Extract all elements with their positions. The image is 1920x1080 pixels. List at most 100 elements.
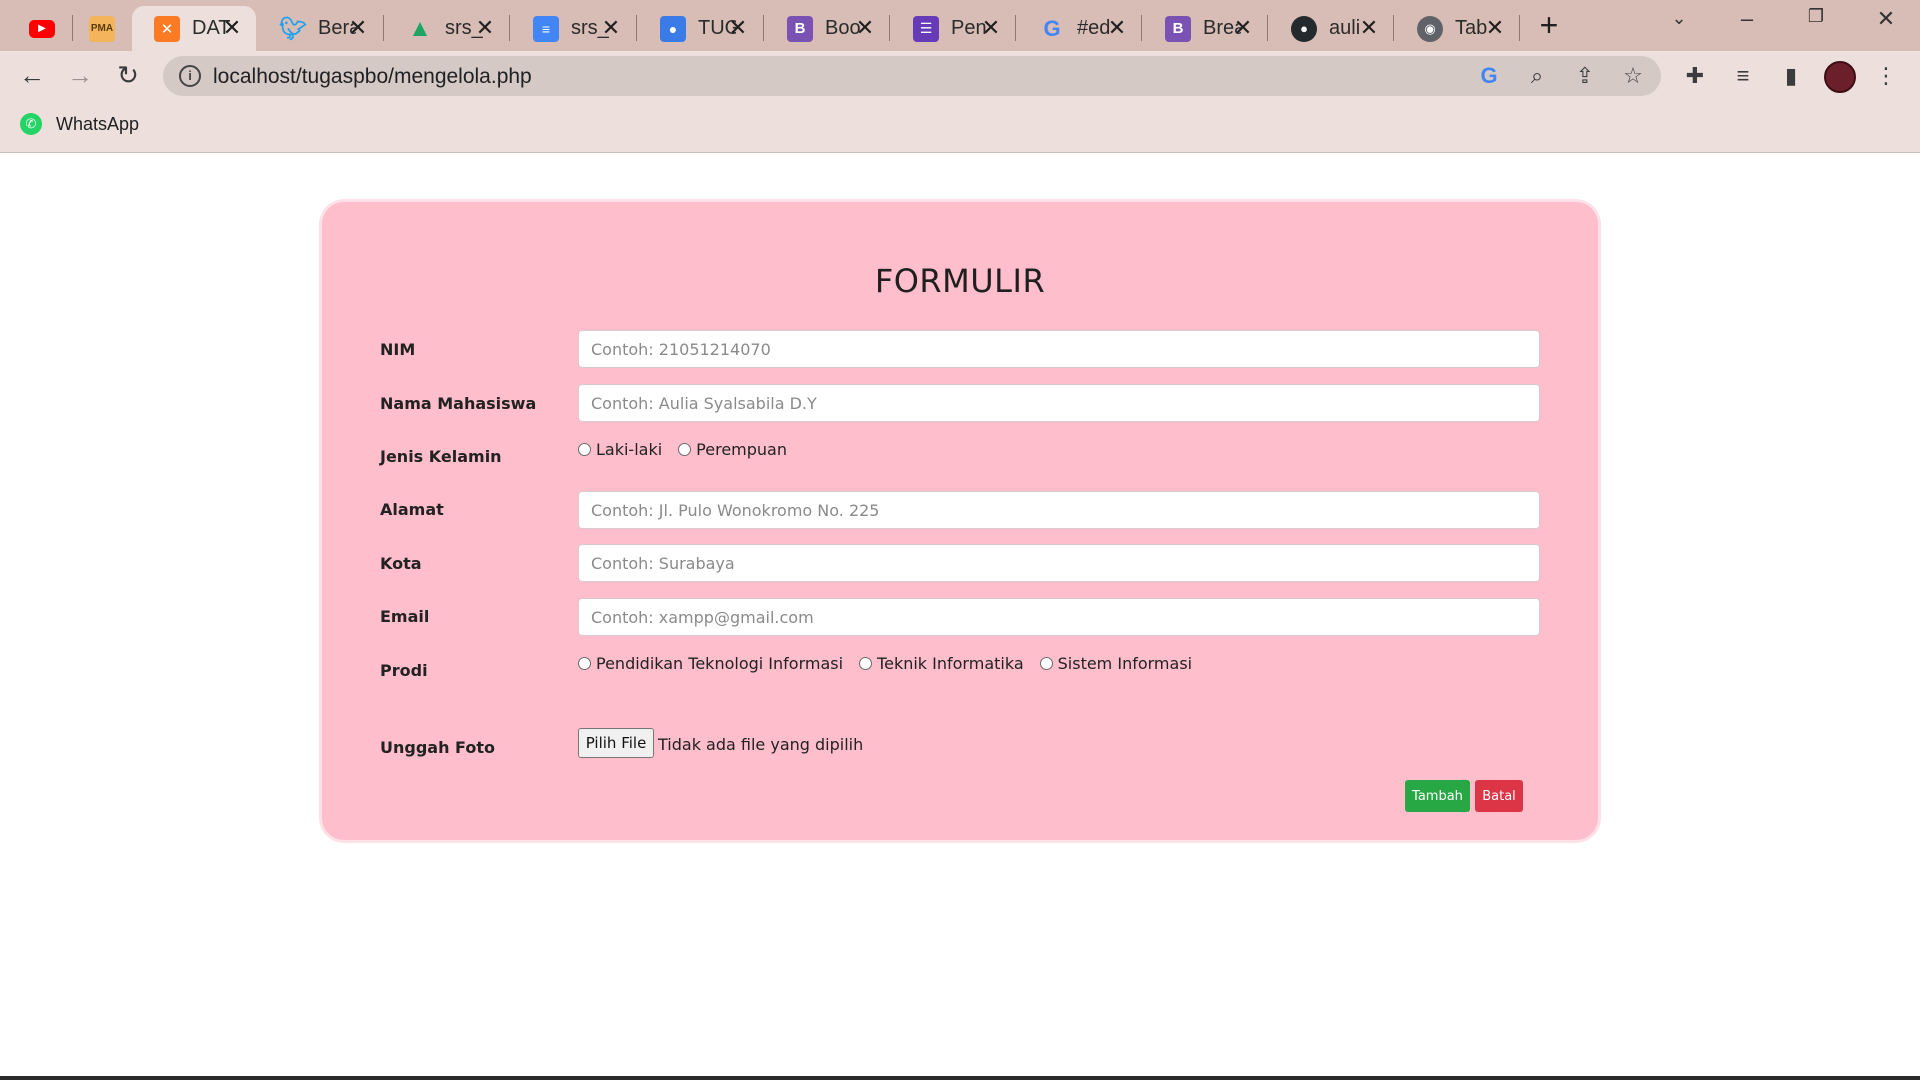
close-tab-icon[interactable]: ✕ <box>851 14 879 42</box>
tab-6[interactable]: ● TUG ✕ <box>638 6 762 51</box>
file-status-text: Tidak ada file yang dipilih <box>658 735 864 754</box>
close-tab-icon[interactable]: ✕ <box>597 14 625 42</box>
nim-label: NIM <box>380 340 416 359</box>
google-forms-icon: ☰ <box>913 15 939 42</box>
forward-button[interactable]: → <box>64 60 96 92</box>
nama-label: Nama Mahasiswa <box>380 394 537 413</box>
site-info-icon[interactable]: i <box>179 65 201 87</box>
gender-radio-group: Laki-laki Perempuan <box>578 440 803 459</box>
github-icon: ● <box>1291 15 1317 42</box>
tab-10[interactable]: B Brea ✕ <box>1143 6 1267 51</box>
xampp-icon: ✕ <box>154 15 180 42</box>
prodi-option-si[interactable]: Sistem Informasi <box>1039 654 1193 673</box>
bookmark-star-icon[interactable]: ☆ <box>1620 64 1646 90</box>
phpmyadmin-icon: PMA <box>89 15 115 42</box>
address-bar[interactable]: i localhost/tugaspbo/mengelola.php G ⌕ ⇪… <box>163 56 1661 96</box>
close-window-button[interactable]: ✕ <box>1866 6 1906 38</box>
tab-8[interactable]: ☰ Pen ✕ <box>891 6 1015 51</box>
google-drive-icon: ▲ <box>408 14 432 42</box>
kota-input[interactable] <box>578 544 1540 582</box>
bookmark-label: WhatsApp <box>56 113 140 134</box>
close-tab-icon[interactable]: ✕ <box>977 14 1005 42</box>
radio-label: Perempuan <box>696 440 787 459</box>
radio-button[interactable] <box>578 657 591 670</box>
radio-button[interactable] <box>578 443 591 456</box>
bookmarks-bar: ✆ WhatsApp <box>0 101 1920 153</box>
prodi-label: Prodi <box>380 661 428 680</box>
profile-avatar[interactable] <box>1824 61 1856 93</box>
new-tab-button[interactable]: + <box>1533 9 1565 42</box>
share-icon[interactable]: ⇪ <box>1572 64 1598 90</box>
tab-1[interactable]: PMA <box>74 6 130 51</box>
bootstrap-icon: B <box>1165 15 1191 42</box>
tab-11[interactable]: ● auli ✕ <box>1269 6 1393 51</box>
gender-option-female[interactable]: Perempuan <box>678 440 787 459</box>
gender-label: Jenis Kelamin <box>380 447 502 466</box>
kota-label: Kota <box>380 554 422 573</box>
google-icon: G <box>1043 15 1061 41</box>
close-tab-icon[interactable]: ✕ <box>218 14 246 42</box>
minimize-button[interactable]: – <box>1727 6 1767 38</box>
close-tab-icon[interactable]: ✕ <box>1229 14 1257 42</box>
prodi-option-pti[interactable]: Pendidikan Teknologi Informasi <box>578 654 843 673</box>
zoom-icon[interactable]: ⌕ <box>1524 64 1550 90</box>
cancel-button[interactable]: Batal <box>1475 780 1523 812</box>
nim-input[interactable] <box>578 330 1540 368</box>
close-tab-icon[interactable]: ✕ <box>1103 14 1131 42</box>
radio-label: Teknik Informatika <box>877 654 1024 673</box>
google-docs-icon: ≡ <box>533 15 559 42</box>
email-input[interactable] <box>578 598 1540 636</box>
bookmark-whatsapp[interactable]: ✆ WhatsApp <box>20 113 139 135</box>
tab-5[interactable]: ≡ srs_ ✕ <box>511 6 635 51</box>
submit-button[interactable]: Tambah <box>1405 780 1470 812</box>
browser-toolbar: ← → ↻ i localhost/tugaspbo/mengelola.php… <box>0 51 1920 101</box>
tab-2[interactable]: ✕ DAT ✕ <box>132 6 256 51</box>
close-tab-icon[interactable]: ✕ <box>724 14 752 42</box>
twitter-icon: 🐦︎ <box>279 15 307 41</box>
menu-icon[interactable]: ⋮ <box>1872 63 1900 91</box>
google-classroom-icon: ● <box>660 15 686 42</box>
form-card: FORMULIR NIM Nama Mahasiswa Jenis Kelami… <box>322 202 1598 840</box>
nama-input[interactable] <box>578 384 1540 422</box>
email-label: Email <box>380 607 430 626</box>
youtube-icon: ▶ <box>29 19 55 38</box>
prodi-radio-group: Pendidikan Teknologi Informasi Teknik In… <box>578 654 1208 673</box>
foto-label: Unggah Foto <box>380 738 495 757</box>
tab-3[interactable]: 🐦︎ Bera ✕ <box>258 6 382 51</box>
close-tab-icon[interactable]: ✕ <box>1481 14 1509 42</box>
radio-label: Pendidikan Teknologi Informasi <box>596 654 844 673</box>
alamat-input[interactable] <box>578 491 1540 529</box>
whatsapp-icon: ✆ <box>20 113 42 135</box>
radio-label: Laki-laki <box>596 440 663 459</box>
form-title: FORMULIR <box>874 262 1046 300</box>
close-tab-icon[interactable]: ✕ <box>344 14 372 42</box>
prodi-option-ti[interactable]: Teknik Informatika <box>859 654 1024 673</box>
google-lens-icon[interactable]: G <box>1476 64 1502 90</box>
url-text[interactable]: localhost/tugaspbo/mengelola.php <box>213 65 532 89</box>
media-control-icon[interactable]: ≡ <box>1729 63 1757 91</box>
reload-button[interactable]: ↻ <box>112 60 144 92</box>
tab-strip: ▶ PMA ✕ DAT ✕ 🐦︎ Bera ✕ ▲ srs_ ✕ ≡ srs_ … <box>0 0 1920 51</box>
taskbar-edge <box>0 1076 1920 1080</box>
radio-label: Sistem Informasi <box>1057 654 1193 673</box>
radio-button[interactable] <box>678 443 692 456</box>
tab-0[interactable]: ▶ <box>14 6 70 51</box>
close-tab-icon[interactable]: ✕ <box>471 14 499 42</box>
gender-option-male[interactable]: Laki-laki <box>578 440 662 459</box>
tab-9[interactable]: G #ed ✕ <box>1017 6 1141 51</box>
tab-12[interactable]: ◉ Tab ✕ <box>1395 6 1519 51</box>
back-button[interactable]: ← <box>16 60 48 92</box>
close-tab-icon[interactable]: ✕ <box>1355 14 1383 42</box>
restore-button[interactable]: ❐ <box>1796 6 1836 38</box>
side-panel-icon[interactable]: ▮ <box>1777 63 1805 91</box>
extensions-icon[interactable]: ✚ <box>1681 63 1709 91</box>
tab-search-icon[interactable]: ⌄ <box>1659 8 1699 40</box>
radio-button[interactable] <box>1039 657 1053 670</box>
tab-7[interactable]: B Boo ✕ <box>765 6 889 51</box>
alamat-label: Alamat <box>380 500 444 519</box>
bootstrap-icon: B <box>787 15 813 42</box>
choose-file-button[interactable]: Pilih File <box>578 728 654 758</box>
tab-4[interactable]: ▲ srs_ ✕ <box>385 6 509 51</box>
radio-button[interactable] <box>859 657 873 670</box>
chrome-icon: ◉ <box>1417 15 1443 42</box>
